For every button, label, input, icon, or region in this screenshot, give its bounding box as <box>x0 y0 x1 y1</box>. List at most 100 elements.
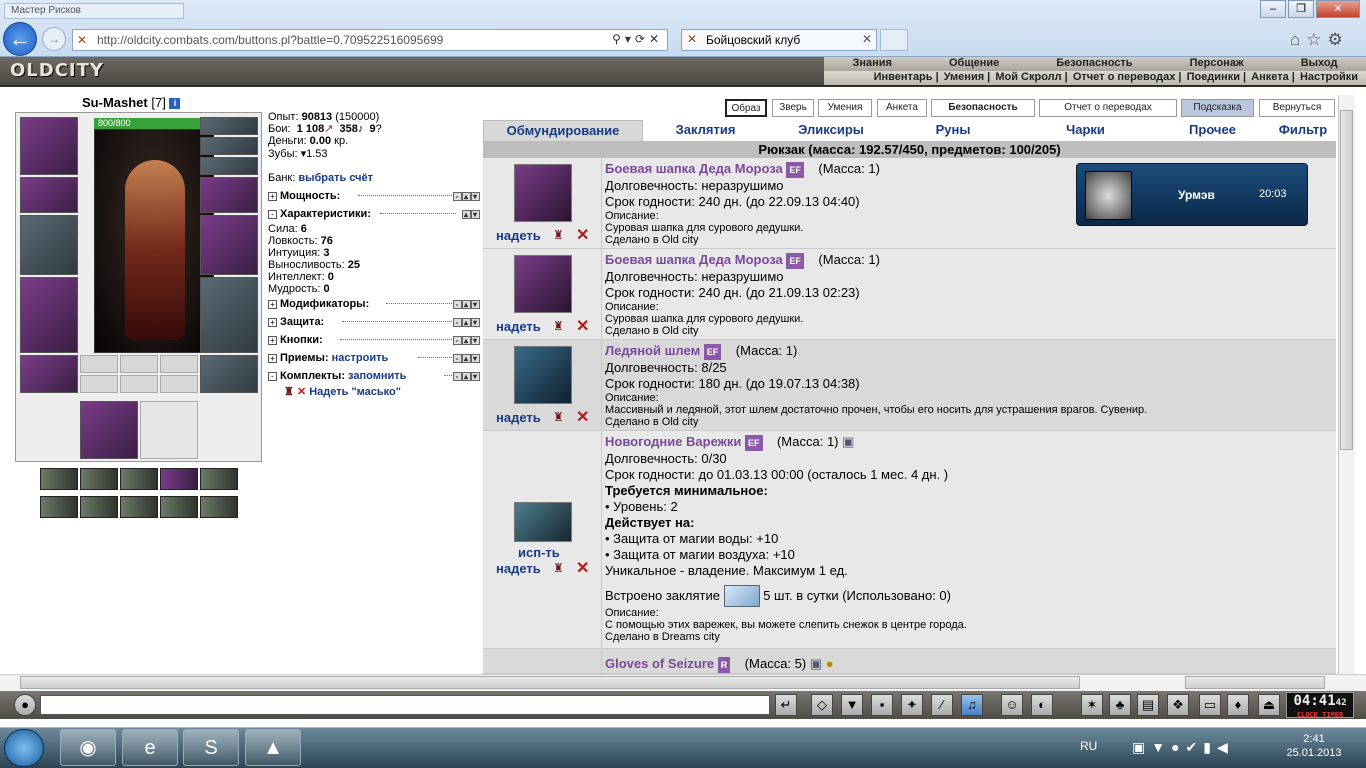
bag-icon[interactable]: ♣ <box>1109 694 1131 716</box>
belt-slot[interactable] <box>200 496 238 518</box>
delete-icon[interactable]: ✕ <box>576 407 589 427</box>
minimize-button[interactable]: – <box>1260 0 1286 18</box>
menu-exit[interactable]: Выход <box>1301 57 1338 71</box>
button-profile[interactable]: Анкета <box>877 99 927 117</box>
empty-slot[interactable] <box>120 355 158 373</box>
start-button[interactable] <box>4 729 44 767</box>
section-modifiers[interactable]: + Модификаторы: - ▴ ▾ <box>268 298 480 310</box>
scroll-icon[interactable]: ❖ <box>1167 694 1189 716</box>
save-icon[interactable]: ▪ <box>871 694 893 716</box>
item-image[interactable] <box>514 164 572 222</box>
belt-slot[interactable] <box>80 468 118 490</box>
submenu-transfers[interactable]: Отчет о переводах <box>1073 71 1176 83</box>
section-defense[interactable]: + Защита: - ▴ ▾ <box>268 316 480 328</box>
button-transfers[interactable]: Отчет о переводах <box>1039 99 1177 117</box>
helmet-icon[interactable]: ◐ <box>1031 694 1053 716</box>
address-tools[interactable]: ⚲▾⟳✕ <box>612 32 663 46</box>
delete-icon[interactable]: ✕ <box>576 558 589 578</box>
section-sets[interactable]: - Комплекты: запомнить - ▴ ▾ <box>268 370 480 382</box>
submenu-settings[interactable]: Настройки <box>1300 71 1358 83</box>
belt-slot[interactable] <box>160 468 198 490</box>
legs-slot[interactable] <box>200 277 258 353</box>
spell-scroll-icon[interactable] <box>723 585 760 608</box>
empty-slot[interactable] <box>160 355 198 373</box>
menu-character[interactable]: Персонаж <box>1190 57 1244 71</box>
delete-icon[interactable]: ✕ <box>297 386 306 398</box>
chat-head-icon[interactable]: ● <box>14 694 36 716</box>
empty-slot[interactable] <box>120 375 158 393</box>
bank-link[interactable]: выбрать счёт <box>298 172 373 184</box>
chat-input[interactable] <box>40 695 770 715</box>
order-arrows[interactable]: - ▴ ▾ <box>453 371 480 383</box>
remember-link[interactable]: запомнить <box>348 370 406 382</box>
collapse-icon[interactable]: - <box>268 371 277 381</box>
gloves-slot[interactable] <box>200 177 258 213</box>
system-clock[interactable]: 2:41 25.01.2013 <box>1284 732 1344 760</box>
empty-slot[interactable] <box>80 355 118 373</box>
horizontal-scroll-thumb[interactable] <box>1185 676 1325 689</box>
chrome-app-icon[interactable]: ◉ <box>60 729 116 766</box>
tab-spells[interactable]: Заклятия <box>658 120 753 141</box>
expand-icon[interactable]: + <box>268 335 277 345</box>
system-tray-icons[interactable]: ▣▼●✔▮◀ <box>1132 739 1234 756</box>
background-window-tab[interactable]: Мастер Рисков <box>4 3 184 19</box>
submenu-scroll[interactable]: Мой Скролл <box>995 71 1061 83</box>
set-item[interactable]: ♜ ✕ Надеть "масько" <box>284 385 401 398</box>
maximize-button[interactable]: ❐ <box>1288 0 1314 18</box>
belt-slot[interactable] <box>120 496 158 518</box>
music-icon[interactable]: ♫ <box>961 694 983 716</box>
horizontal-scroll-thumb[interactable] <box>20 676 1080 689</box>
group-icon[interactable]: ♦ <box>1227 694 1249 716</box>
vertical-scroll-thumb[interactable] <box>1340 110 1353 450</box>
item-name[interactable]: Боевая шапка Деда Мороза <box>605 161 783 176</box>
belt-slot[interactable] <box>80 496 118 518</box>
close-tab-icon[interactable]: ✕ <box>862 32 872 46</box>
smile-icon[interactable]: ☺ <box>1001 694 1023 716</box>
shirt-icon[interactable]: ♜ <box>553 319 564 333</box>
section-power[interactable]: + Мощность: - ▴ ▾ <box>268 190 480 202</box>
button-security[interactable]: Безопасность <box>931 99 1035 117</box>
section-techniques[interactable]: + Приемы: настроить - ▴ ▾ <box>268 352 480 364</box>
configure-link[interactable]: настроить <box>332 352 389 364</box>
belt-slot[interactable] <box>40 496 78 518</box>
helmet-slot[interactable] <box>20 117 78 175</box>
send-icon[interactable]: ↵ <box>775 694 797 716</box>
item-name[interactable]: Gloves of Seizure <box>605 656 714 671</box>
ring-slot[interactable] <box>200 117 258 135</box>
boots-slot[interactable] <box>200 355 258 393</box>
item-name[interactable]: Боевая шапка Деда Мороза <box>605 252 783 267</box>
order-arrows[interactable]: ▴ ▾ <box>462 209 480 221</box>
belt-slot[interactable] <box>40 468 78 490</box>
game-app-icon[interactable]: ▲ <box>245 729 301 766</box>
new-tab-button[interactable] <box>880 29 908 51</box>
pet-item-slot[interactable] <box>80 401 138 459</box>
button-pet[interactable]: Зверь <box>772 99 814 117</box>
button-return[interactable]: Вернуться <box>1259 99 1335 117</box>
belt-slot[interactable] <box>200 468 238 490</box>
ie-app-icon[interactable]: e <box>122 729 178 766</box>
shirt-icon[interactable]: ♜ <box>553 561 564 575</box>
tab-filter[interactable]: Фильтр <box>1273 120 1333 141</box>
expand-icon[interactable]: + <box>268 191 277 201</box>
earring-slot[interactable] <box>200 157 258 175</box>
forward-button[interactable]: → <box>42 27 66 51</box>
wear-link[interactable]: надеть <box>496 410 541 425</box>
expand-icon[interactable]: + <box>268 299 277 309</box>
skype-app-icon[interactable]: S <box>183 729 239 766</box>
submenu-skills[interactable]: Умения <box>944 71 984 83</box>
active-tab[interactable]: ✕ Бойцовский клуб ✕ <box>681 29 877 51</box>
menu-communication[interactable]: Общение <box>949 57 999 71</box>
book-icon[interactable]: ▤ <box>1137 694 1159 716</box>
submenu-fights[interactable]: Поединки <box>1187 71 1240 83</box>
order-arrows[interactable]: - ▴ ▾ <box>453 353 480 365</box>
language-indicator[interactable]: RU <box>1080 739 1097 753</box>
address-bar[interactable]: ✕ http://oldcity.combats.com/buttons.pl?… <box>72 29 668 51</box>
order-arrows[interactable]: - ▴ ▾ <box>453 299 480 311</box>
item-image[interactable] <box>514 502 572 542</box>
notification-popup[interactable]: Урмэв 20:03 <box>1076 163 1308 226</box>
menu-knowledge[interactable]: Знания <box>853 57 892 71</box>
armor-slot[interactable] <box>20 277 78 353</box>
empty-slot[interactable] <box>160 375 198 393</box>
screen-icon[interactable]: ▭ <box>1199 694 1221 716</box>
exit-icon[interactable]: ⏏ <box>1258 694 1280 716</box>
